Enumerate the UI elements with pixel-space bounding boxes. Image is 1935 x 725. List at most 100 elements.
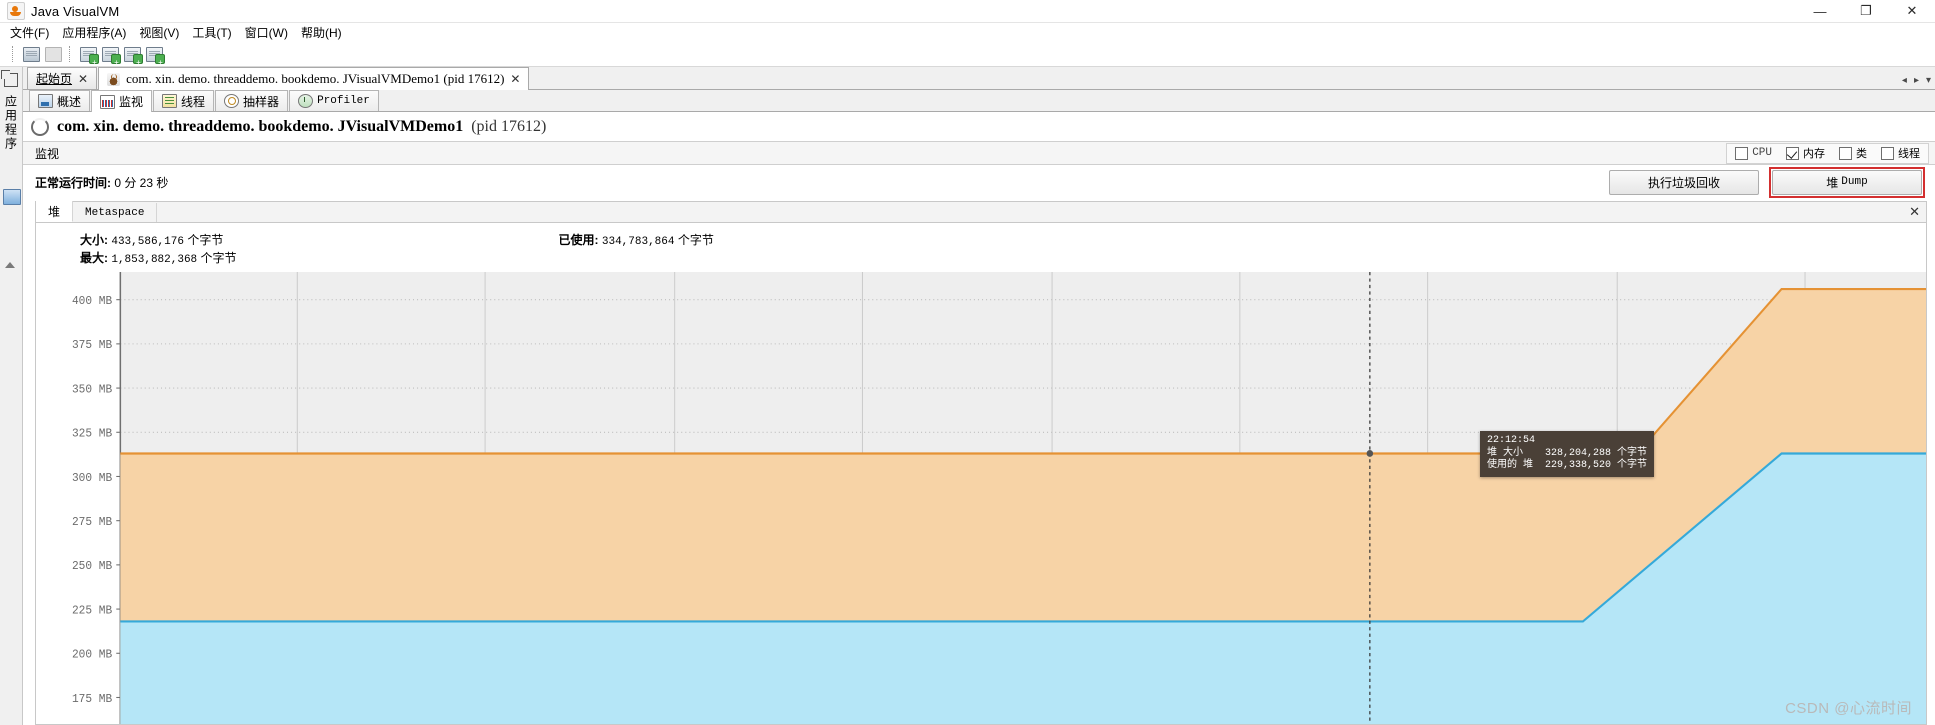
tooltip-heap-size-value: 328,204,288 个字节 <box>1545 448 1648 459</box>
y-axis-tick-label: 325 MB <box>72 427 112 440</box>
open-snapshot-icon <box>22 46 40 62</box>
profiler-icon <box>298 94 314 108</box>
checkbox-threads-box[interactable] <box>1881 146 1894 160</box>
monitor-icon <box>100 94 116 109</box>
save-snapshot-button[interactable] <box>43 44 63 64</box>
add-remote-host-button[interactable] <box>78 44 99 66</box>
tooltip-heap-size-label: 堆 大小 <box>1487 448 1524 459</box>
checkbox-cpu-label: CPU <box>1752 147 1772 159</box>
checkbox-memory[interactable]: 内存 <box>1786 145 1825 161</box>
y-axis-tick-label: 175 MB <box>72 693 112 706</box>
add-jmx-connection-icon <box>101 46 121 66</box>
checkbox-classes[interactable]: 类 <box>1839 145 1867 161</box>
checkbox-cpu-box[interactable] <box>1735 146 1749 160</box>
applications-rail[interactable]: 应用程序 <box>0 67 23 725</box>
add-vm-coredump-button[interactable] <box>122 44 143 66</box>
heap-used-label: 已使用: <box>558 233 599 247</box>
tooltip-heap-used-value: 229,338,520 个字节 <box>1545 460 1648 471</box>
chart-tooltip: 22:12:54 堆 大小 328,204,288 个字节 使用的 堆 229,… <box>1480 431 1655 477</box>
uptime-value: 0 分 23 秒 <box>114 175 169 190</box>
monitor-section-title: 监视 <box>35 146 60 161</box>
tab-jvisualvmdemo1-close-icon[interactable]: ✕ <box>510 72 520 86</box>
chart-cursor-marker <box>1366 450 1374 457</box>
tab-overview[interactable]: 概述 <box>29 90 91 111</box>
minimize-button[interactable]: — <box>1797 0 1843 22</box>
heap-used-stat: 已使用: 334,783,864 个字节 <box>559 232 714 250</box>
heap-dump-button-label-cn: 堆 <box>1826 175 1839 190</box>
y-axis-tick-label: 250 MB <box>72 560 112 573</box>
restore-window-icon[interactable] <box>1 70 18 87</box>
close-button[interactable]: ✕ <box>1889 0 1935 22</box>
heap-dump-button[interactable]: 堆 Dump <box>1772 169 1922 195</box>
uptime-label: 正常运行时间: <box>35 175 111 190</box>
heap-max-value: 1,853,882,368 <box>111 254 198 266</box>
tab-threads[interactable]: 线程 <box>153 90 215 111</box>
menu-applications[interactable]: 应用程序(A) <box>62 23 135 42</box>
applications-rail-label: 应用程序 <box>3 95 18 151</box>
tab-list-icon[interactable]: ▾ <box>1926 75 1931 86</box>
menu-help[interactable]: 帮助(H) <box>301 23 351 42</box>
add-vm-coredump-icon <box>123 46 143 66</box>
tooltip-heap-used-label: 使用的 堆 <box>1487 460 1534 471</box>
heap-chart-svg[interactable]: 400 MB 375 MB 350 MB 325 MB 300 MB 275 MB 250 … <box>36 272 1926 724</box>
y-axis-tick-label: 375 MB <box>72 339 112 352</box>
checkbox-classes-box[interactable] <box>1839 146 1852 160</box>
checkbox-cpu[interactable]: CPU <box>1735 146 1772 160</box>
tab-sampler[interactable]: 抽样器 <box>215 90 289 111</box>
tooltip-row-heap-size: 堆 大小 328,204,288 个字节 <box>1487 448 1647 460</box>
checkbox-memory-box[interactable] <box>1786 146 1799 160</box>
heap-size-unit: 个字节 <box>187 233 224 247</box>
heap-size-stat: 大小: 433,586,176 个字节 <box>80 232 237 250</box>
tooltip-row-heap-used: 使用的 堆 229,338,520 个字节 <box>1487 460 1647 472</box>
heap-size-label: 大小: <box>80 233 108 247</box>
tab-scroll-right-icon[interactable]: ▸ <box>1914 75 1919 86</box>
heap-stats-right: 已使用: 334,783,864 个字节 <box>559 232 714 268</box>
heap-stats-left: 大小: 433,586,176 个字节 最大: 1,853,882,368 个字… <box>80 232 237 268</box>
page-title: com. xin. demo. threaddemo. bookdemo. JV… <box>57 118 464 135</box>
heap-max-unit: 个字节 <box>200 251 237 265</box>
perform-gc-button[interactable]: 执行垃圾回收 <box>1609 169 1759 195</box>
applications-monitor-icon <box>3 189 21 205</box>
tab-jvisualvmdemo1[interactable]: com. xin. demo. threaddemo. bookdemo. JV… <box>98 67 530 90</box>
uptime-row: 正常运行时间: 0 分 23 秒 执行垃圾回收 堆 Dump <box>23 165 1935 199</box>
tab-scroll-left-icon[interactable]: ◂ <box>1902 75 1907 86</box>
heap-chart[interactable]: 400 MB 375 MB 350 MB 325 MB 300 MB 275 MB 250 … <box>36 272 1926 724</box>
add-jmx-connection-button[interactable] <box>100 44 121 66</box>
heap-max-label: 最大: <box>80 251 108 265</box>
heap-used-unit: 个字节 <box>677 233 714 247</box>
menu-tools[interactable]: 工具(T) <box>192 23 240 42</box>
scroll-up-caret-icon[interactable] <box>5 262 15 268</box>
tab-metaspace[interactable]: Metaspace <box>73 203 158 222</box>
add-application-snapshot-icon <box>145 46 165 66</box>
y-axis-tick-label: 400 MB <box>72 295 112 308</box>
heap-panel: 堆 Metaspace ✕ 大小: 433,586,176 个字节 最大: 1,… <box>35 201 1927 725</box>
tab-profiler[interactable]: Profiler <box>289 90 379 111</box>
tab-start-page-close-icon[interactable]: ✕ <box>78 72 88 86</box>
java-coffee-icon <box>107 72 121 86</box>
menu-view[interactable]: 视图(V) <box>139 23 188 42</box>
tab-monitor-label: 监视 <box>119 95 144 109</box>
tab-heap[interactable]: 堆 <box>36 201 74 222</box>
heap-max-stat: 最大: 1,853,882,368 个字节 <box>80 250 237 268</box>
tab-start-page[interactable]: 起始页 ✕ <box>27 67 98 89</box>
y-axis-tick-label: 275 MB <box>72 516 112 529</box>
add-remote-host-icon <box>79 46 99 66</box>
menu-file[interactable]: 文件(F) <box>10 23 58 42</box>
heap-used-value: 334,783,864 <box>601 236 675 248</box>
window-title: Java VisualVM <box>31 3 120 19</box>
checkbox-memory-label: 内存 <box>1803 148 1825 160</box>
metric-toggles: CPU 内存 类 线程 <box>1726 142 1929 164</box>
tab-monitor[interactable]: 监视 <box>91 90 153 112</box>
maximize-button[interactable]: ❐ <box>1843 0 1889 22</box>
monitor-section-bar: 监视 CPU 内存 类 线程 <box>23 141 1935 165</box>
close-icon[interactable]: ✕ <box>1909 204 1920 220</box>
y-axis-tick-label: 200 MB <box>72 648 112 661</box>
y-axis-tick-label: 225 MB <box>72 604 112 617</box>
tab-sampler-label: 抽样器 <box>243 94 280 109</box>
checkbox-threads[interactable]: 线程 <box>1881 145 1920 161</box>
add-application-snapshot-button[interactable] <box>144 44 165 66</box>
menu-window[interactable]: 窗口(W) <box>245 23 297 42</box>
tab-navigation: ◂ ▸ ▾ <box>1902 75 1931 86</box>
open-snapshot-button[interactable] <box>21 44 41 64</box>
workarea: 应用程序 起始页 ✕ com. xin. demo. threaddemo. b… <box>0 67 1935 725</box>
